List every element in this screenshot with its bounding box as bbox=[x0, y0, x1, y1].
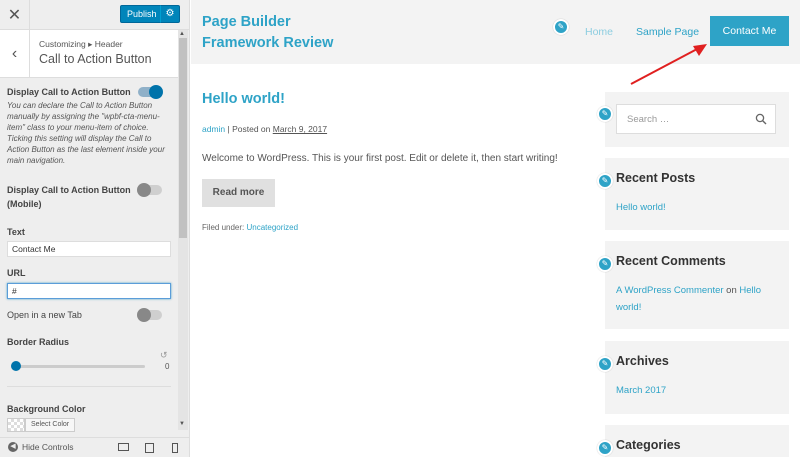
color-swatch[interactable] bbox=[7, 418, 25, 432]
hide-controls-label: Hide Controls bbox=[22, 442, 74, 452]
comment-on-text: on bbox=[723, 285, 740, 296]
mobile-toggle-label-suffix: (Mobile) bbox=[7, 199, 42, 209]
search-icon[interactable] bbox=[755, 113, 767, 125]
cta-description: You can declare the Call to Action Butto… bbox=[7, 101, 165, 165]
post-date-link[interactable]: March 9, 2017 bbox=[273, 124, 327, 134]
archive-link[interactable]: March 2017 bbox=[616, 382, 781, 399]
section-header: ‹ Customizing ▸ Header Call to Action Bu… bbox=[0, 30, 178, 78]
post-title[interactable]: Hello world! bbox=[202, 91, 285, 107]
url-input[interactable]: # bbox=[7, 283, 171, 299]
pencil-icon[interactable]: ✎ bbox=[597, 173, 613, 189]
text-input[interactable]: Contact Me bbox=[7, 241, 171, 257]
widget-title: Archives bbox=[616, 354, 669, 368]
comment-author-link[interactable]: A WordPress Commenter bbox=[616, 285, 724, 296]
divider bbox=[7, 386, 171, 387]
customizer-footer: ◀ Hide Controls bbox=[0, 437, 189, 457]
post-meta: admin | Posted on March 9, 2017 bbox=[202, 124, 327, 134]
scroll-down-arrow-icon[interactable]: ▼ bbox=[179, 421, 185, 427]
mobile-toggle[interactable] bbox=[137, 183, 162, 197]
customizer-panel: ✕ Publish ⚙ ‹ Customizing ▸ Header Call … bbox=[0, 0, 190, 457]
search-widget: Search … bbox=[605, 92, 789, 147]
nav-item-sample-page[interactable]: Sample Page bbox=[636, 26, 699, 38]
category-link[interactable]: Uncategorized bbox=[246, 223, 298, 232]
widget-title: Categories bbox=[616, 438, 681, 452]
new-tab-toggle[interactable] bbox=[137, 308, 162, 322]
read-more-button[interactable]: Read more bbox=[202, 179, 275, 207]
desktop-preview-icon[interactable] bbox=[118, 443, 129, 451]
customizer-topbar: ✕ Publish ⚙ bbox=[0, 0, 189, 30]
bg-color-label: Background Color bbox=[7, 404, 86, 414]
toggle-knob bbox=[137, 183, 151, 197]
pencil-icon[interactable]: ✎ bbox=[597, 106, 613, 122]
post-author-link[interactable]: admin bbox=[202, 124, 225, 134]
site-title-line: Framework Review bbox=[202, 35, 334, 51]
new-tab-label: Open in a new Tab bbox=[7, 310, 82, 320]
pencil-icon[interactable]: ✎ bbox=[597, 256, 613, 272]
tablet-preview-icon[interactable] bbox=[145, 443, 154, 453]
search-input[interactable]: Search … bbox=[616, 104, 776, 134]
url-label: URL bbox=[7, 268, 26, 278]
close-icon[interactable]: ✕ bbox=[0, 0, 30, 30]
slider-handle[interactable] bbox=[11, 361, 21, 371]
archives-widget: Archives March 2017 bbox=[605, 341, 789, 414]
mobile-toggle-label: Display Call to Action Button bbox=[7, 185, 131, 195]
section-title: Call to Action Button bbox=[39, 52, 152, 66]
recent-comments-widget: Recent Comments A WordPress Commenter on… bbox=[605, 241, 789, 329]
filed-under-text: Filed under: bbox=[202, 223, 247, 232]
cta-toggle[interactable] bbox=[138, 85, 163, 99]
pencil-icon[interactable]: ✎ bbox=[553, 19, 569, 35]
scrollbar-thumb[interactable] bbox=[179, 38, 187, 238]
scroll-up-arrow-icon[interactable]: ▲ bbox=[179, 31, 185, 37]
hide-controls-button[interactable]: ◀ Hide Controls bbox=[8, 442, 74, 452]
collapse-icon: ◀ bbox=[8, 442, 18, 452]
widget-title: Recent Posts bbox=[616, 171, 696, 185]
nav-item-home[interactable]: Home bbox=[585, 26, 613, 38]
border-radius-slider[interactable] bbox=[12, 365, 145, 368]
recent-post-link[interactable]: Hello world! bbox=[616, 199, 781, 216]
recent-posts-widget: Recent Posts Hello world! bbox=[605, 158, 789, 230]
search-placeholder: Search … bbox=[627, 114, 670, 125]
breadcrumb: Customizing ▸ Header bbox=[39, 39, 123, 49]
site-title[interactable]: Page Builder Framework Review bbox=[202, 12, 352, 54]
post-categories: Filed under: Uncategorized bbox=[202, 223, 298, 232]
site-title-line: Page Builder bbox=[202, 14, 291, 30]
cta-button[interactable]: Contact Me bbox=[710, 16, 789, 46]
reset-icon[interactable]: ↺ bbox=[160, 350, 168, 361]
mobile-preview-icon[interactable] bbox=[172, 443, 178, 453]
site-preview: Page Builder Framework Review ✎ Home Sam… bbox=[191, 0, 800, 457]
pencil-icon[interactable]: ✎ bbox=[597, 440, 613, 456]
categories-widget: Categories bbox=[605, 425, 789, 457]
select-color-button[interactable]: Select Color bbox=[25, 418, 76, 432]
gear-icon[interactable]: ⚙ bbox=[160, 5, 180, 23]
recent-comment: A WordPress Commenter on Hello world! bbox=[616, 282, 781, 316]
back-chevron-icon[interactable]: ‹ bbox=[0, 30, 30, 78]
border-radius-value: 0 bbox=[165, 362, 170, 371]
publish-button[interactable]: Publish bbox=[120, 5, 164, 23]
pencil-icon[interactable]: ✎ bbox=[597, 356, 613, 372]
text-label: Text bbox=[7, 227, 25, 237]
toggle-knob bbox=[149, 85, 163, 99]
red-arrow-annotation bbox=[630, 44, 707, 85]
widget-title: Recent Comments bbox=[616, 254, 726, 268]
post-excerpt: Welcome to WordPress. This is your first… bbox=[202, 153, 558, 164]
posted-on-text: | Posted on bbox=[225, 124, 273, 134]
border-radius-label: Border Radius bbox=[7, 337, 70, 347]
toggle-knob bbox=[137, 308, 151, 322]
cta-toggle-label: Display Call to Action Button bbox=[7, 87, 131, 97]
